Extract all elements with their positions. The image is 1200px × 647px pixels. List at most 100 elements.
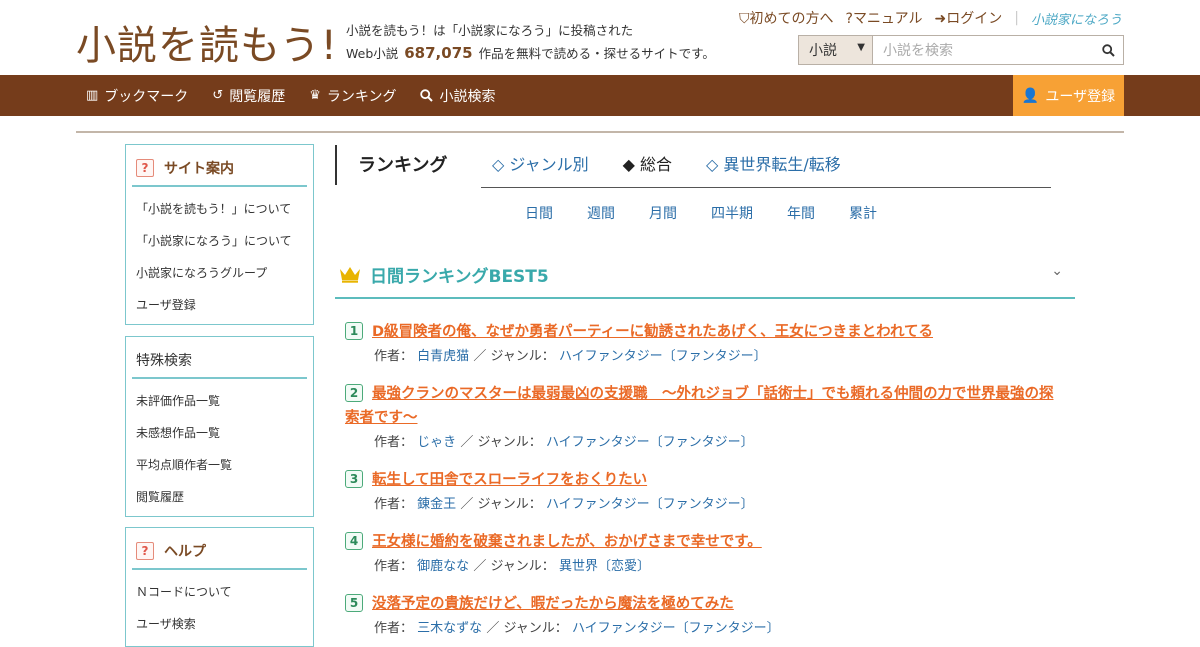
link-manual[interactable]: ?マニュアル xyxy=(846,8,923,28)
link-login[interactable]: ➜ログイン xyxy=(935,8,1003,28)
login-icon: ➜ xyxy=(934,11,947,27)
author-link[interactable]: 錬金王 xyxy=(417,497,456,512)
tagline-suffix: 作品を無料で読める・探せるサイトです。 xyxy=(478,46,715,61)
author-label: 作者： xyxy=(374,497,414,512)
sidebar-help-title: ? ヘルプ xyxy=(132,534,307,570)
help-icon: ? xyxy=(136,159,154,177)
main-content: ? サイト案内 「小説を読もう！」について 「小説家になろう」について 小説家に… xyxy=(76,131,1124,647)
search-icon xyxy=(1101,43,1115,57)
chevron-down-icon[interactable]: ⌄ xyxy=(1051,263,1063,279)
entry-meta: 作者： 錬金王 ／ ジャンル： ハイファンタジー〔ファンタジー〕 xyxy=(374,493,754,512)
nav-bookmark[interactable]: ▥ ブックマーク xyxy=(86,86,188,106)
genre-label: ／ ジャンル： xyxy=(460,435,542,450)
search-input[interactable]: 小説を検索 xyxy=(873,36,1093,64)
sidebar-item-user-search[interactable]: ユーザ検索 xyxy=(136,608,313,640)
crown-icon xyxy=(340,267,360,283)
nav-search[interactable]: 小説検索 xyxy=(420,86,495,106)
user-icon: 👤 xyxy=(1021,87,1040,104)
novel-title-link[interactable]: 最強クランのマスターは最弱最凶の支援職 ～外れジョブ「話術士」でも頼れる仲間の力… xyxy=(345,382,1065,430)
search-bar: 小説 ▼ 小説を検索 xyxy=(798,35,1124,65)
novel-title-link[interactable]: 王女様に婚約を破棄されましたが、おかげさまで幸せです。 xyxy=(345,530,1075,554)
period-monthly[interactable]: 月間 xyxy=(649,203,677,223)
author-link[interactable]: 白青虎猫 xyxy=(417,349,469,364)
sidebar-item-avg-authors[interactable]: 平均点順作者一覧 xyxy=(136,449,313,481)
search-category-select[interactable]: 小説 ▼ xyxy=(799,36,873,64)
nav-ranking[interactable]: ♛ ランキング xyxy=(309,86,396,106)
author-link[interactable]: 御鹿なな xyxy=(417,559,469,574)
search-category-value: 小説 xyxy=(809,43,837,59)
sidebar-site-guide-title: ? サイト案内 xyxy=(132,151,307,187)
genre-label: ／ ジャンル： xyxy=(473,559,555,574)
tagline-prefix: Web小説 xyxy=(346,46,399,61)
sidebar-item-group[interactable]: 小説家になろうグループ xyxy=(136,257,313,289)
search-icon xyxy=(420,89,434,102)
register-button[interactable]: 👤 ユーザ登録 xyxy=(1013,75,1124,116)
sidebar-item-unrated[interactable]: 未評価作品一覧 xyxy=(136,385,313,417)
rank-number-icon: 2 xyxy=(345,384,363,402)
period-daily[interactable]: 日間 xyxy=(525,203,553,223)
site-tagline: 小説を読もう！は「小説家になろう」に投稿された Web小説 687,075 作品… xyxy=(346,19,715,65)
period-yearly[interactable]: 年間 xyxy=(787,203,815,223)
sidebar-item-about-narou[interactable]: 「小説家になろう」について xyxy=(136,225,313,257)
ranking-entry: 5 没落予定の貴族だけど、暇だったから魔法を極めてみた 作者： 三木なずな ／ … xyxy=(345,592,1075,636)
genre-link[interactable]: ハイファンタジー〔ファンタジー〕 xyxy=(546,435,754,450)
period-cumulative[interactable]: 累計 xyxy=(849,203,877,223)
best5-header[interactable]: 日間ランキングBEST5 ⌄ xyxy=(335,251,1075,299)
divider: | xyxy=(1014,10,1019,26)
tab-divider xyxy=(481,187,1051,188)
sidebar-item-ncode[interactable]: Ｎコードについて xyxy=(136,576,313,608)
header-accent-bar xyxy=(335,145,337,185)
ranking-entry: 3 転生して田舎でスローライフをおくりたい 作者： 錬金王 ／ ジャンル： ハイ… xyxy=(345,468,1075,512)
entry-meta: 作者： 白青虎猫 ／ ジャンル： ハイファンタジー〔ファンタジー〕 xyxy=(374,345,767,364)
help-icon: ? xyxy=(136,542,154,560)
sidebar-item-register[interactable]: ユーザ登録 xyxy=(136,289,313,321)
genre-link[interactable]: 異世界〔恋愛〕 xyxy=(559,559,650,574)
period-weekly[interactable]: 週間 xyxy=(587,203,615,223)
tab-isekai[interactable]: ◇ 異世界転生/転移 xyxy=(706,151,841,175)
period-quarterly[interactable]: 四半期 xyxy=(711,203,753,223)
ranking-title: ランキング xyxy=(358,155,448,176)
nav-history[interactable]: ↺ 閲覧履歴 xyxy=(212,86,285,106)
history-icon: ↺ xyxy=(212,88,224,103)
ranking-header: ランキング ◇ ジャンル別 ◆ 総合 ◇ 異世界転生/転移 xyxy=(335,143,1075,187)
site-logo[interactable]: 小説を読もう! xyxy=(76,13,338,71)
brand-link[interactable]: 小説家になろう xyxy=(1031,9,1122,28)
main-navbar: ▥ ブックマーク ↺ 閲覧履歴 ♛ ランキング 小説検索 👤 ユーザ登録 xyxy=(0,75,1200,116)
search-button[interactable] xyxy=(1093,36,1123,64)
bookmark-icon: ▥ xyxy=(86,88,99,103)
tagline-line1: 小説を読もう！は「小説家になろう」に投稿された xyxy=(346,23,634,38)
genre-label: ／ ジャンル： xyxy=(473,349,555,364)
sidebar-special-search: 特殊検索 未評価作品一覧 未感想作品一覧 平均点順作者一覧 閲覧履歴 xyxy=(125,336,314,517)
author-link[interactable]: 三木なずな xyxy=(417,621,482,636)
sidebar-help: ? ヘルプ Ｎコードについて ユーザ検索 xyxy=(125,527,314,647)
rank-number-icon: 4 xyxy=(345,532,363,550)
site-header: 小説を読もう! 小説を読もう！は「小説家になろう」に投稿された Web小説 68… xyxy=(0,0,1200,75)
ranking-entry: 2 最強クランのマスターは最弱最凶の支援職 ～外れジョブ「話術士」でも頼れる仲間… xyxy=(345,382,1075,450)
author-label: 作者： xyxy=(374,435,414,450)
genre-label: ／ ジャンル： xyxy=(486,621,568,636)
ranking-entry: 1 D級冒険者の俺、なぜか勇者パーティーに勧誘されたあげく、王女につきまとわれて… xyxy=(345,320,1075,364)
author-link[interactable]: じゃき xyxy=(417,435,456,450)
best5-title: 日間ランキングBEST5 xyxy=(370,267,549,287)
author-label: 作者： xyxy=(374,349,414,364)
ranking-tabs: ◇ ジャンル別 ◆ 総合 ◇ 異世界転生/転移 xyxy=(492,151,841,175)
genre-link[interactable]: ハイファンタジー〔ファンタジー〕 xyxy=(572,621,780,636)
novel-title-link[interactable]: D級冒険者の俺、なぜか勇者パーティーに勧誘されたあげく、王女につきまとわれてる xyxy=(345,320,1075,344)
genre-link[interactable]: ハイファンタジー〔ファンタジー〕 xyxy=(559,349,767,364)
link-first-time[interactable]: ⛉初めての方へ xyxy=(739,8,834,28)
sidebar-item-history[interactable]: 閲覧履歴 xyxy=(136,481,313,513)
sidebar-item-about-yomou[interactable]: 「小説を読もう！」について xyxy=(136,193,313,225)
work-count: 687,075 xyxy=(404,44,473,62)
sidebar-special-search-title: 特殊検索 xyxy=(132,343,307,379)
rank-number-icon: 1 xyxy=(345,322,363,340)
tab-genre[interactable]: ◇ ジャンル別 xyxy=(492,151,589,175)
novel-title-link[interactable]: 没落予定の貴族だけど、暇だったから魔法を極めてみた xyxy=(345,592,1075,616)
caret-down-icon: ▼ xyxy=(857,42,865,53)
top-links: ⛉初めての方へ ?マニュアル ➜ログイン | 小説家になろう xyxy=(739,8,1122,28)
sidebar-item-no-review[interactable]: 未感想作品一覧 xyxy=(136,417,313,449)
genre-link[interactable]: ハイファンタジー〔ファンタジー〕 xyxy=(546,497,754,512)
tab-overall[interactable]: ◆ 総合 xyxy=(623,151,672,175)
author-label: 作者： xyxy=(374,559,414,574)
novel-title-link[interactable]: 転生して田舎でスローライフをおくりたい xyxy=(345,468,1075,492)
entry-meta: 作者： じゃき ／ ジャンル： ハイファンタジー〔ファンタジー〕 xyxy=(374,431,754,450)
